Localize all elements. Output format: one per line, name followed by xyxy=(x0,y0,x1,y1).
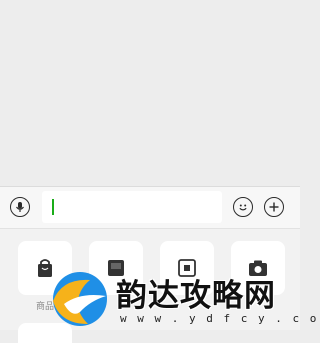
site-watermark: 韵达攻略网 w w w . y d f c y . c o m xyxy=(50,268,320,330)
message-input[interactable] xyxy=(42,191,222,223)
emoji-button[interactable] xyxy=(233,197,253,217)
smiley-icon xyxy=(239,204,247,211)
text-caret xyxy=(52,199,54,215)
watermark-title: 韵达攻略网 xyxy=(116,278,276,314)
yunda-logo xyxy=(53,272,107,326)
watermark-url: w w w . y d f c y . c o m xyxy=(120,312,320,325)
more-functions-button[interactable] xyxy=(264,197,284,217)
microphone-icon xyxy=(16,202,24,212)
voice-input-button[interactable] xyxy=(10,197,30,217)
plus-icon xyxy=(269,202,279,212)
chat-message-area xyxy=(0,0,300,186)
chat-input-bar xyxy=(0,186,300,228)
